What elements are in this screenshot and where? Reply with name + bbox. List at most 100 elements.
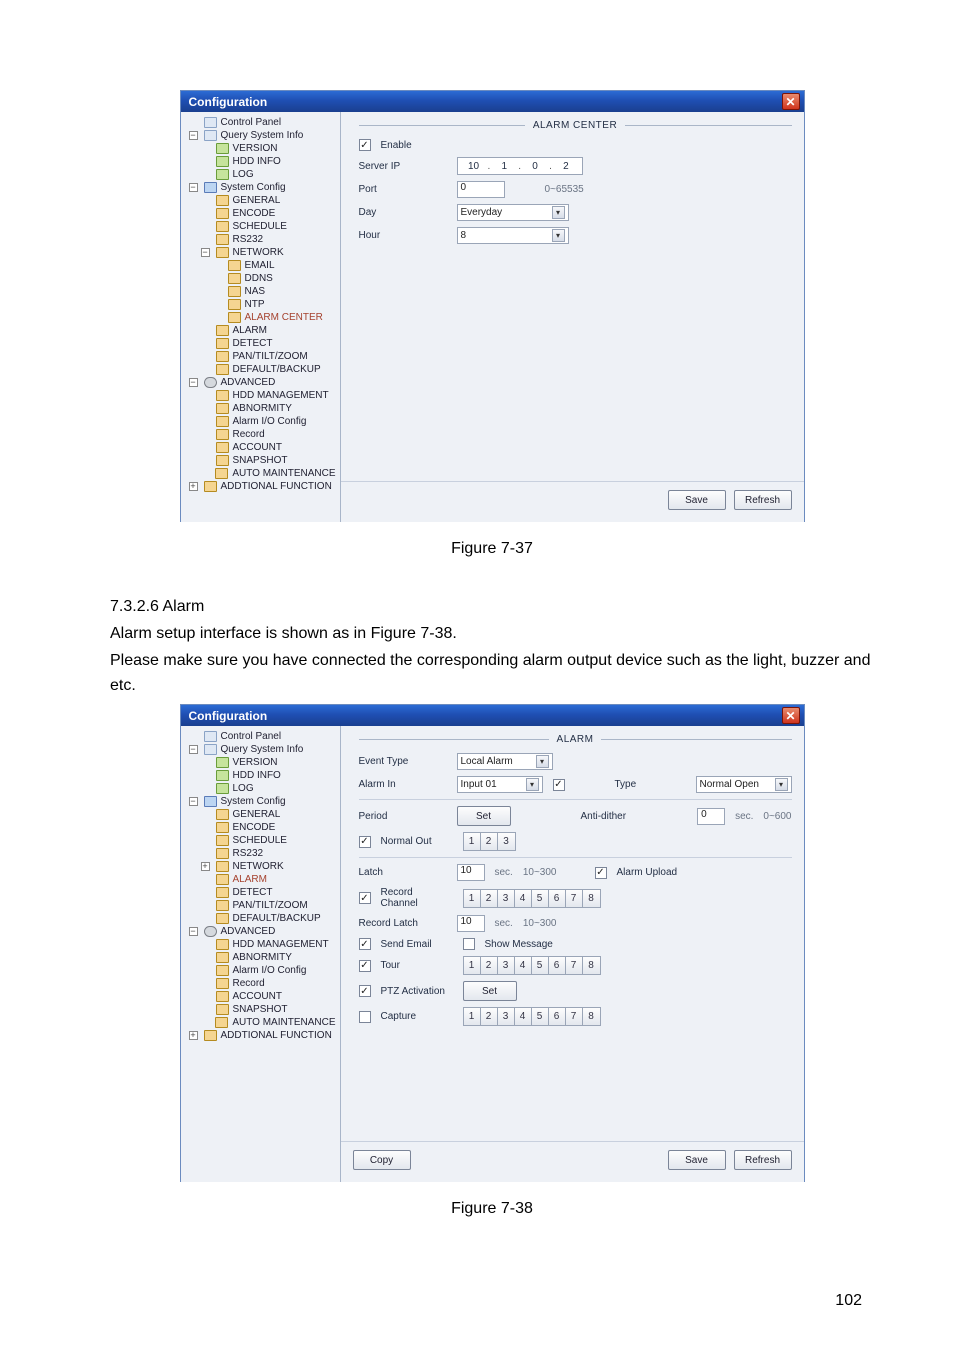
period-set-button[interactable]: Set	[457, 806, 511, 826]
channel-button[interactable]: 4	[515, 890, 532, 907]
tree-toggle-icon[interactable]: −	[189, 183, 198, 192]
tree-toggle-icon[interactable]: +	[201, 862, 210, 871]
tree-item[interactable]: ENCODE	[185, 821, 336, 834]
tree-toggle-icon[interactable]: −	[189, 378, 198, 387]
tree-additional[interactable]: +ADDTIONAL FUNCTION	[185, 480, 336, 493]
channel-button[interactable]: 3	[498, 957, 515, 974]
channel-button[interactable]: 5	[532, 1008, 549, 1025]
tree-item[interactable]: DETECT	[185, 886, 336, 899]
tree-item[interactable]: Alarm I/O Config	[185, 964, 336, 977]
tree-toggle-icon[interactable]: −	[189, 797, 198, 806]
tree-item[interactable]: AUTO MAINTENANCE	[185, 1016, 336, 1029]
channel-button[interactable]: 6	[549, 890, 566, 907]
normal-out-checkbox[interactable]: ✓	[359, 836, 371, 848]
channel-button[interactable]: 7	[566, 890, 583, 907]
tree-toggle-icon[interactable]: −	[189, 927, 198, 936]
tree-item[interactable]: LOG	[185, 782, 336, 795]
alarm-in-checkbox[interactable]: ✓	[553, 779, 565, 791]
tree-item[interactable]: NAS	[185, 285, 336, 298]
channel-button[interactable]: 2	[481, 833, 498, 850]
channel-button[interactable]: 8	[583, 1008, 600, 1025]
refresh-button[interactable]: Refresh	[734, 1150, 792, 1170]
ip-octet-2[interactable]: 1	[492, 161, 516, 172]
channel-button[interactable]: 4	[515, 957, 532, 974]
tree-item[interactable]: AUTO MAINTENANCE	[185, 467, 336, 480]
channel-button[interactable]: 6	[549, 957, 566, 974]
tree-item[interactable]: EMAIL	[185, 259, 336, 272]
tree-system-config[interactable]: −System Config	[185, 181, 336, 194]
tree-toggle-icon[interactable]: −	[189, 131, 198, 140]
latch-input[interactable]: 10	[457, 864, 485, 881]
tree-item[interactable]: DETECT	[185, 337, 336, 350]
ptz-activation-checkbox[interactable]: ✓	[359, 985, 371, 997]
tree-item[interactable]: DDNS	[185, 272, 336, 285]
enable-checkbox[interactable]: ✓	[359, 139, 371, 151]
tree-toggle-icon[interactable]: −	[201, 248, 210, 257]
record-channel-checkbox[interactable]: ✓	[359, 892, 371, 904]
channel-button[interactable]: 3	[498, 890, 515, 907]
day-select[interactable]: Everyday ▾	[457, 204, 569, 221]
tree-item[interactable]: HDD MANAGEMENT	[185, 389, 336, 402]
send-email-checkbox[interactable]: ✓	[359, 938, 371, 950]
ip-octet-3[interactable]: 0	[523, 161, 547, 172]
tree-item[interactable]: GENERAL	[185, 808, 336, 821]
close-icon[interactable]: ✕	[782, 93, 800, 110]
close-icon[interactable]: ✕	[782, 707, 800, 724]
tree-item[interactable]: PAN/TILT/ZOOM	[185, 899, 336, 912]
port-input[interactable]: 0	[457, 181, 505, 198]
tree-item[interactable]: HDD MANAGEMENT	[185, 938, 336, 951]
channel-button[interactable]: 3	[498, 833, 515, 850]
show-message-checkbox[interactable]	[463, 938, 475, 950]
tree-item[interactable]: HDD INFO	[185, 155, 336, 168]
tree-item[interactable]: SCHEDULE	[185, 220, 336, 233]
ip-octet-1[interactable]: 10	[462, 161, 486, 172]
tree-item[interactable]: SCHEDULE	[185, 834, 336, 847]
channel-button[interactable]: 5	[532, 957, 549, 974]
channel-button[interactable]: 8	[583, 890, 600, 907]
anti-dither-input[interactable]: 0	[697, 808, 725, 825]
tree-system-config[interactable]: −System Config	[185, 795, 336, 808]
tree-item[interactable]: ACCOUNT	[185, 990, 336, 1003]
channel-button[interactable]: 4	[515, 1008, 532, 1025]
tree-item[interactable]: Record	[185, 428, 336, 441]
tree-item-selected[interactable]: ALARM	[185, 873, 336, 886]
tree-item[interactable]: PAN/TILT/ZOOM	[185, 350, 336, 363]
save-button[interactable]: Save	[668, 490, 726, 510]
channel-button[interactable]: 1	[464, 957, 481, 974]
tree-item-selected[interactable]: ALARM CENTER	[185, 311, 336, 324]
channel-button[interactable]: 7	[566, 957, 583, 974]
tree-item[interactable]: HDD INFO	[185, 769, 336, 782]
channel-button[interactable]: 8	[583, 957, 600, 974]
tree-item[interactable]: SNAPSHOT	[185, 454, 336, 467]
tree-item[interactable]: RS232	[185, 847, 336, 860]
tree-item[interactable]: ENCODE	[185, 207, 336, 220]
tree-item[interactable]: ALARM	[185, 324, 336, 337]
tree-item[interactable]: DEFAULT/BACKUP	[185, 363, 336, 376]
tree-item[interactable]: ABNORMITY	[185, 951, 336, 964]
hour-select[interactable]: 8 ▾	[457, 227, 569, 244]
channel-button[interactable]: 1	[464, 833, 481, 850]
tree-item[interactable]: GENERAL	[185, 194, 336, 207]
ptz-set-button[interactable]: Set	[463, 981, 517, 1001]
save-button[interactable]: Save	[668, 1150, 726, 1170]
tree-item[interactable]: VERSION	[185, 756, 336, 769]
tree-advanced[interactable]: −ADVANCED	[185, 376, 336, 389]
tree-item[interactable]: NTP	[185, 298, 336, 311]
event-type-select[interactable]: Local Alarm ▾	[457, 753, 553, 770]
tree-query[interactable]: −Query System Info	[185, 129, 336, 142]
server-ip-input[interactable]: 10. 1. 0. 2	[457, 157, 583, 175]
tree-item[interactable]: ACCOUNT	[185, 441, 336, 454]
tour-checkbox[interactable]: ✓	[359, 960, 371, 972]
tree-item[interactable]: ABNORMITY	[185, 402, 336, 415]
channel-button[interactable]: 7	[566, 1008, 583, 1025]
channel-button[interactable]: 1	[464, 1008, 481, 1025]
type-select[interactable]: Normal Open ▾	[696, 776, 792, 793]
channel-button[interactable]: 6	[549, 1008, 566, 1025]
refresh-button[interactable]: Refresh	[734, 490, 792, 510]
tree-root[interactable]: Control Panel	[185, 730, 336, 743]
tree-item[interactable]: SNAPSHOT	[185, 1003, 336, 1016]
record-latch-input[interactable]: 10	[457, 915, 485, 932]
channel-button[interactable]: 2	[481, 1008, 498, 1025]
tree-item[interactable]: DEFAULT/BACKUP	[185, 912, 336, 925]
channel-button[interactable]: 2	[481, 957, 498, 974]
